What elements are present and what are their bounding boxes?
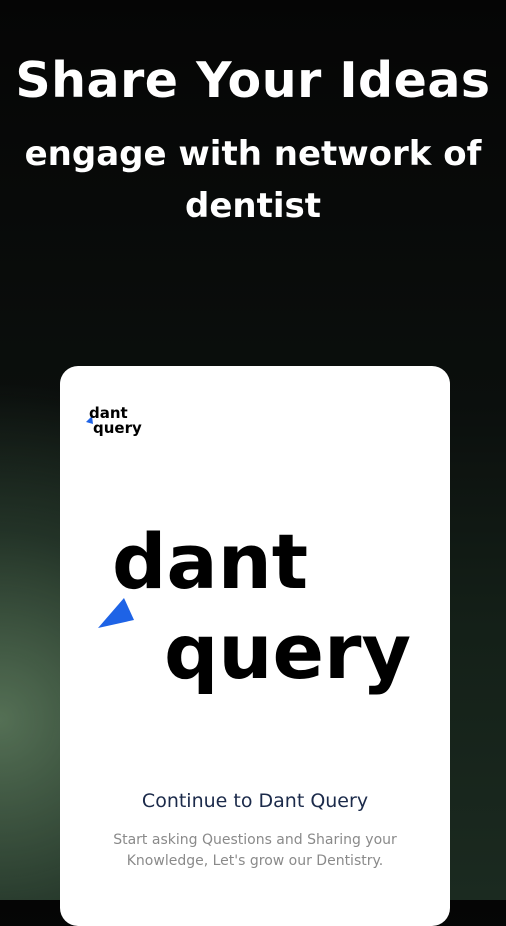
promo-subtitle: engage with network of dentist: [0, 128, 506, 232]
card-description: Start asking Questions and Sharing your …: [90, 830, 420, 872]
continue-link[interactable]: Continue to Dant Query: [60, 790, 450, 812]
logo-small-word2: query: [93, 419, 142, 436]
logo-small-svg: dant query: [86, 404, 142, 437]
app-preview-card: dant query dant query Continue to Dant Q…: [60, 366, 450, 926]
dant-query-logo-large-icon: dant query: [98, 516, 418, 706]
logo-large-word1: dant: [112, 517, 308, 606]
card-description-line1: Start asking Questions and Sharing your: [113, 832, 397, 848]
logo-large-word2: query: [164, 607, 411, 696]
promo-headline: Share Your Ideas: [15, 52, 491, 109]
logo-large-svg: dant query: [98, 517, 411, 696]
promo-subtitle-line1: engage with network of: [24, 134, 482, 174]
dant-query-logo-small-icon: dant query: [84, 402, 146, 437]
card-description-line2: Knowledge, Let's grow our Dentistry.: [126, 853, 384, 869]
promo-subtitle-line2: dentist: [185, 186, 321, 226]
